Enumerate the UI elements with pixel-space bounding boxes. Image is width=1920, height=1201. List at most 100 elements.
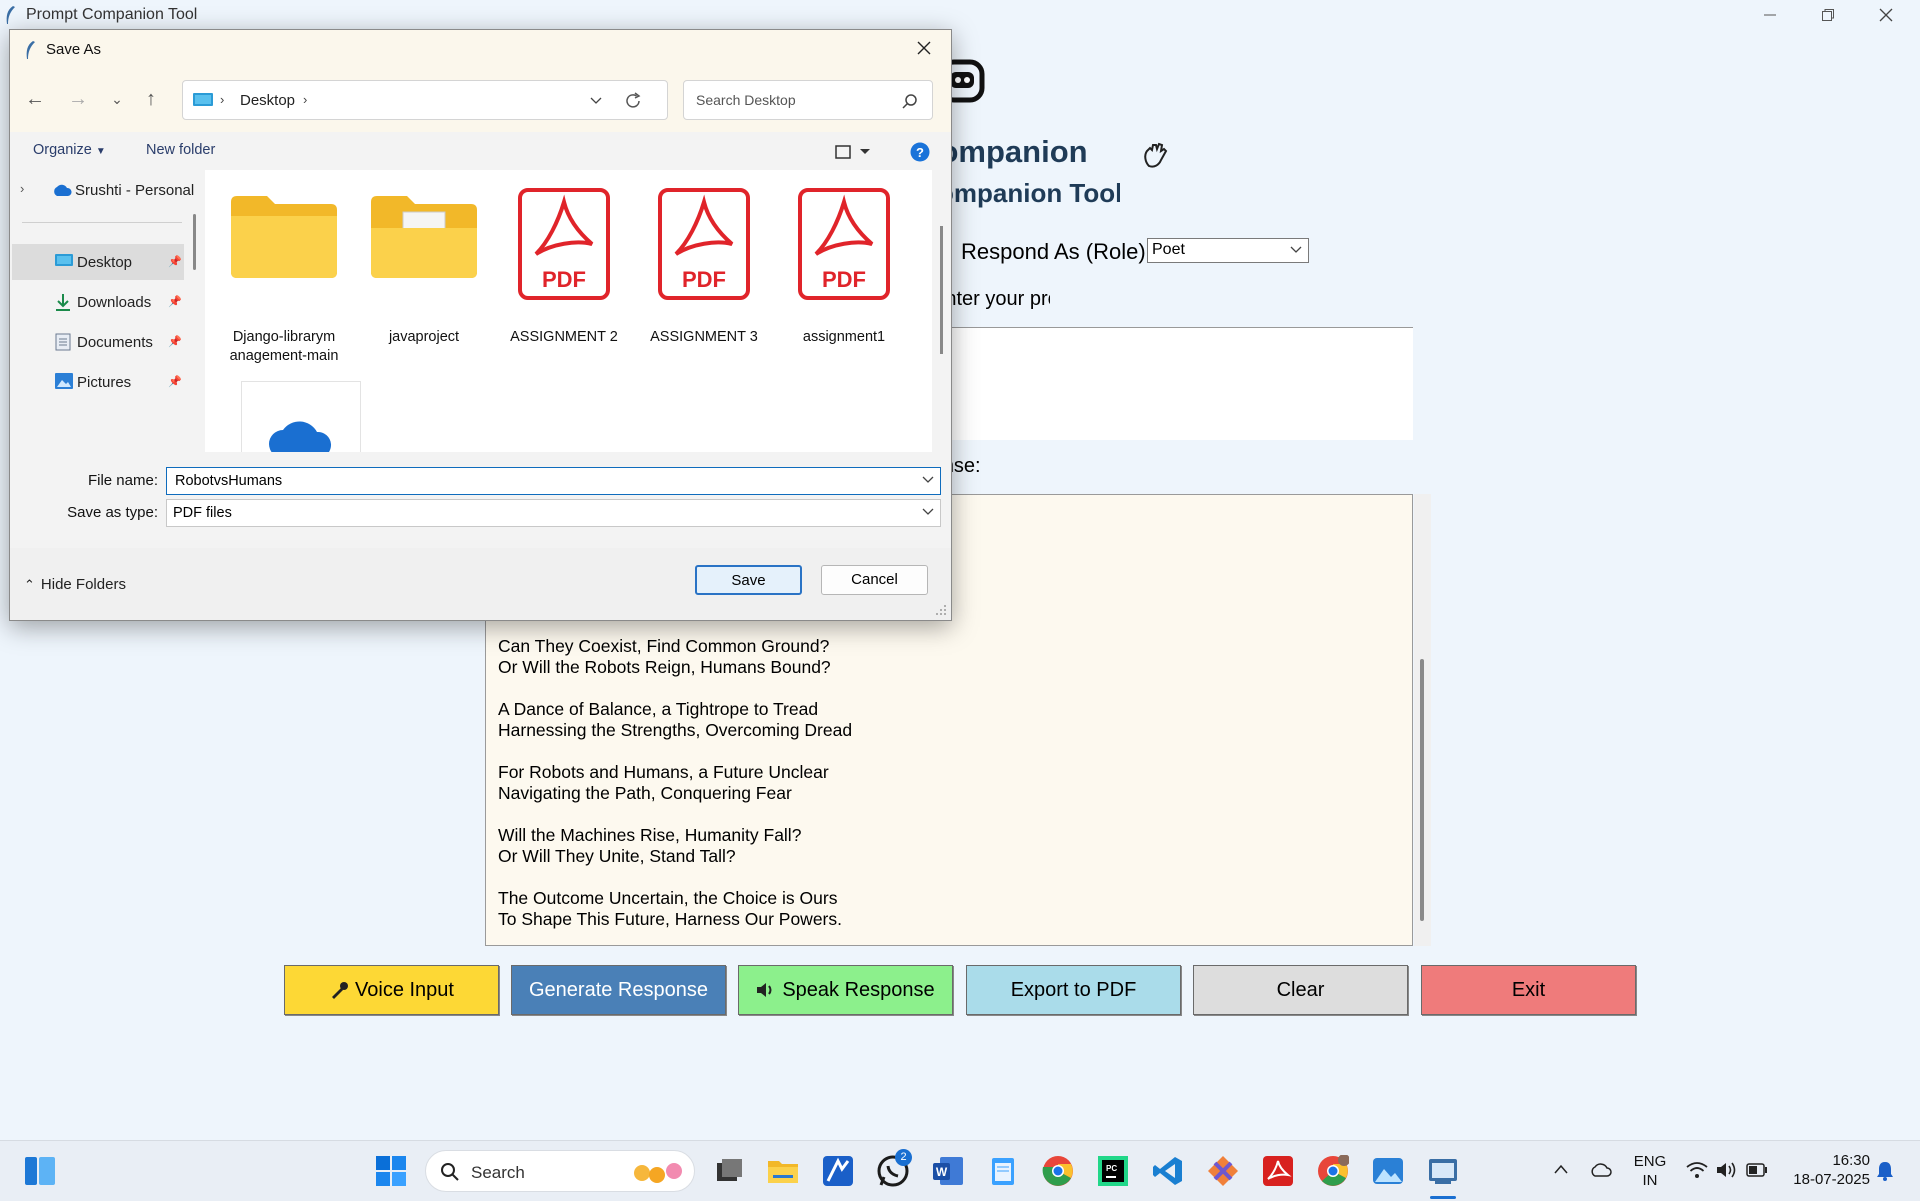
notepad-icon[interactable]	[987, 1155, 1019, 1187]
acrobat-icon[interactable]	[1262, 1155, 1294, 1187]
address-bar[interactable]: › Desktop ›	[182, 80, 668, 120]
response-scrollbar[interactable]	[1414, 494, 1431, 946]
new-folder-button[interactable]: New folder	[146, 142, 215, 158]
file-name: javaproject	[388, 329, 460, 345]
chevron-up-icon[interactable]	[1553, 1163, 1585, 1195]
forward-arrow-icon[interactable]: →	[67, 88, 89, 110]
nav-item-onedrive[interactable]: › Srushti - Personal	[12, 172, 194, 208]
close-window-button[interactable]	[1857, 0, 1915, 29]
file-item-javaproject-folder[interactable]: javaproject	[359, 170, 489, 345]
search-icon	[441, 1163, 459, 1181]
svg-text:?: ?	[916, 145, 924, 160]
feather-dialog-icon	[26, 41, 35, 59]
file-item-assignment-3-pdf[interactable]: PDF ASSIGNMENT 3	[639, 170, 769, 345]
chrome-profile-icon[interactable]	[1317, 1155, 1349, 1187]
pdf-file-icon: PDF	[518, 188, 610, 300]
nav-item-pictures[interactable]: Pictures 📌	[12, 364, 184, 400]
dialog-cancel-button[interactable]: Cancel	[821, 565, 928, 595]
speak-response-button[interactable]: Speak Response	[738, 965, 953, 1015]
file-item-onedrive-shortcut[interactable]	[241, 381, 361, 452]
chevron-down-icon[interactable]	[590, 96, 602, 106]
search-box[interactable]	[683, 80, 933, 120]
exit-button[interactable]: Exit	[1421, 965, 1636, 1015]
task-view-icon[interactable]	[713, 1155, 745, 1187]
downloads-icon	[56, 294, 70, 311]
poem-line: Harnessing the Strengths, Overcoming Dre…	[498, 720, 853, 740]
pycharm-icon[interactable]: PC	[1097, 1155, 1129, 1187]
dialog-close-button[interactable]	[910, 38, 938, 62]
prompt-input[interactable]	[950, 327, 1413, 440]
generate-response-button[interactable]: Generate Response	[511, 965, 726, 1015]
organize-button[interactable]: Organize ▼	[33, 142, 106, 158]
poem-line: The Outcome Uncertain, the Choice is Our…	[498, 888, 838, 908]
close-icon	[917, 41, 931, 55]
scrollbar-thumb[interactable]	[1420, 659, 1424, 921]
view-options-icon[interactable]	[835, 145, 871, 159]
export-pdf-button[interactable]: Export to PDF	[966, 965, 1181, 1015]
start-windows-icon[interactable]	[375, 1155, 407, 1187]
svg-text:PDF: PDF	[682, 267, 726, 292]
desktop-icon	[55, 254, 73, 266]
recent-locations-chevron-icon[interactable]: ⌄	[106, 88, 128, 110]
voice-input-button[interactable]: Voice Input	[284, 965, 499, 1015]
chrome-icon[interactable]	[1042, 1155, 1074, 1187]
restore-button[interactable]	[1799, 0, 1857, 29]
whatsapp-badge: 2	[895, 1149, 912, 1166]
poem-stanza: A Dance of Balance, a Tightrope to Tread…	[498, 699, 1198, 741]
nav-item-downloads[interactable]: Downloads 📌	[12, 284, 184, 320]
file-list-pane: Django-librarym anagement-main javaprojec…	[205, 170, 932, 452]
taskbar-search-label: Search	[471, 1163, 525, 1182]
python-tk-app-icon[interactable]	[1427, 1155, 1459, 1187]
refresh-icon[interactable]	[624, 92, 642, 110]
hide-folders-button[interactable]: ⌃ Hide Folders	[24, 576, 126, 593]
vscode-icon[interactable]	[1152, 1155, 1184, 1187]
wifi-icon[interactable]	[1686, 1161, 1718, 1193]
clear-button[interactable]: Clear	[1193, 965, 1408, 1015]
expand-chevron-icon[interactable]: ›	[20, 181, 24, 196]
dialog-save-button[interactable]: Save	[695, 565, 802, 595]
file-name-field[interactable]	[166, 467, 941, 495]
volume-icon[interactable]	[1716, 1161, 1748, 1193]
notifications-bell-icon[interactable]	[1875, 1161, 1907, 1193]
nav-scrollbar-thumb[interactable]	[193, 214, 196, 270]
file-name: ASSIGNMENT 3	[650, 329, 758, 345]
widgets-icon[interactable]	[24, 1155, 56, 1187]
back-arrow-icon[interactable]: ←	[24, 88, 46, 110]
file-name-input[interactable]	[173, 472, 907, 490]
app-blue-icon[interactable]	[822, 1155, 854, 1187]
file-item-assignment-2-pdf[interactable]: PDF ASSIGNMENT 2	[499, 170, 629, 345]
file-explorer-icon[interactable]	[767, 1155, 799, 1187]
chevron-down-icon[interactable]	[922, 475, 934, 485]
language-indicator[interactable]: ENG IN	[1630, 1152, 1670, 1190]
file-item-django-folder[interactable]: Django-librarym anagement-main	[219, 170, 349, 364]
breadcrumb-desktop[interactable]: Desktop	[240, 92, 295, 109]
up-arrow-icon[interactable]: ↑	[140, 88, 162, 110]
role-select[interactable]: Poet	[1147, 238, 1309, 263]
resize-grip-icon[interactable]	[935, 604, 947, 616]
poem-stanza: The Outcome Uncertain, the Choice is Our…	[498, 888, 1198, 930]
search-input[interactable]	[694, 91, 898, 109]
file-name-line: Django-librarym	[232, 329, 336, 345]
nav-item-documents[interactable]: Documents 📌	[12, 324, 184, 360]
word-icon[interactable]: W	[932, 1155, 964, 1187]
documents-icon	[55, 333, 71, 351]
file-name-label: File name:	[87, 472, 158, 489]
poem-line: Or Will They Unite, Stand Tall?	[498, 846, 736, 866]
caret-down-icon: ▼	[95, 146, 106, 157]
taskbar-search[interactable]: Search	[425, 1150, 695, 1192]
role-select-value: Poet	[1152, 241, 1185, 258]
clock[interactable]: 16:30 18-07-2025	[1782, 1151, 1870, 1189]
scrollbar-thumb[interactable]	[940, 226, 943, 354]
nav-item-desktop[interactable]: Desktop 📌	[12, 244, 184, 280]
file-item-assignment1-pdf[interactable]: PDF assignment1	[779, 170, 909, 345]
git-tools-icon[interactable]	[1207, 1155, 1239, 1187]
battery-icon[interactable]	[1746, 1163, 1778, 1195]
onedrive-sync-icon[interactable]	[1589, 1160, 1621, 1192]
photos-icon[interactable]	[1372, 1155, 1404, 1187]
svg-text:PC: PC	[1106, 1164, 1117, 1173]
svg-text:PDF: PDF	[822, 267, 866, 292]
minimize-button[interactable]	[1741, 0, 1799, 29]
file-list-scrollbar[interactable]	[932, 170, 950, 452]
help-icon[interactable]: ?	[910, 142, 930, 162]
save-type-select[interactable]: PDF files	[166, 499, 941, 527]
